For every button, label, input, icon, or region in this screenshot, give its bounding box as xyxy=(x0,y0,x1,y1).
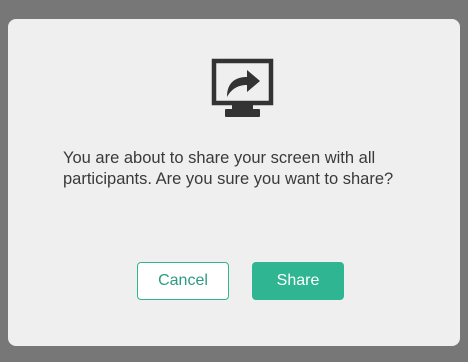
dialog-message: You are about to share your screen with … xyxy=(63,149,394,188)
share-button[interactable]: Share xyxy=(252,262,344,300)
cancel-button[interactable]: Cancel xyxy=(137,262,229,300)
share-screen-dialog: You are about to share your screen with … xyxy=(8,19,460,346)
share-screen-icon xyxy=(211,58,274,117)
